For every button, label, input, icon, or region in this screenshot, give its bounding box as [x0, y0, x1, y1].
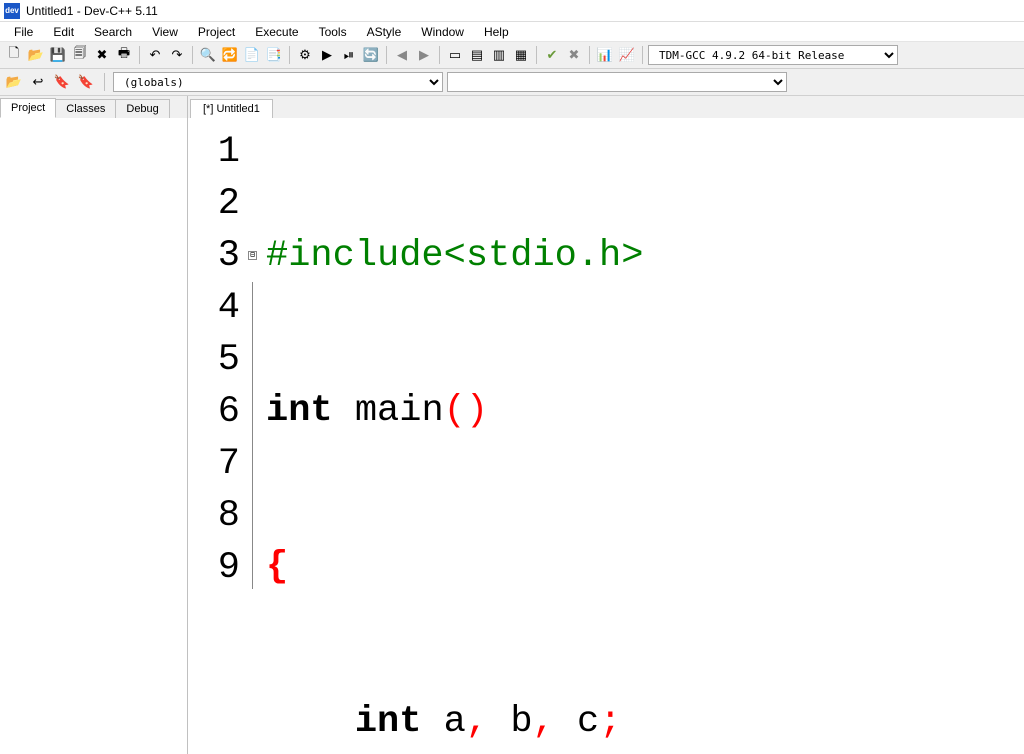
- toolbar-separator: [536, 46, 537, 64]
- save-all-button[interactable]: 🗐: [70, 45, 90, 65]
- window-layout3-button[interactable]: ▥: [489, 45, 509, 65]
- code-content[interactable]: #include<stdio.h> int main() { int a, b,…: [262, 118, 1024, 754]
- window-title: Untitled1 - Dev-C++ 5.11: [26, 4, 158, 18]
- code-token: #include<stdio.h>: [266, 235, 643, 277]
- new-file-button[interactable]: 🗋: [4, 45, 24, 65]
- line-number: 1: [188, 126, 240, 178]
- line-number: 7: [188, 438, 240, 490]
- editor-area: [*] Untitled1 1 2 3 4 5 6 7 8 9 ⊟: [188, 96, 1024, 754]
- compile-button[interactable]: ⚙: [295, 45, 315, 65]
- toolbar-separator: [289, 46, 290, 64]
- open-button[interactable]: 📂: [26, 45, 46, 65]
- check-syntax-button[interactable]: ✔: [542, 45, 562, 65]
- window-layout1-button[interactable]: ▭: [445, 45, 465, 65]
- editor-tabs: [*] Untitled1: [188, 96, 1024, 118]
- nav-back-button[interactable]: ◀: [392, 45, 412, 65]
- side-panel-body: [0, 118, 187, 754]
- title-bar: dev Untitled1 - Dev-C++ 5.11: [0, 0, 1024, 22]
- close-button[interactable]: ✖: [92, 45, 112, 65]
- line-number: 2: [188, 178, 240, 230]
- line-number: 8: [188, 490, 240, 542]
- menu-execute[interactable]: Execute: [245, 23, 308, 41]
- side-tabs: Project Classes Debug: [0, 96, 187, 118]
- menu-edit[interactable]: Edit: [43, 23, 84, 41]
- globals-select[interactable]: (globals): [113, 72, 443, 92]
- code-token: {: [266, 546, 288, 588]
- menu-project[interactable]: Project: [188, 23, 245, 41]
- menu-bar: File Edit Search View Project Execute To…: [0, 22, 1024, 42]
- new-project-button[interactable]: 📂: [4, 72, 24, 92]
- code-token: int: [355, 701, 422, 743]
- run-button[interactable]: ▶: [317, 45, 337, 65]
- window-layout2-button[interactable]: ▤: [467, 45, 487, 65]
- print-button[interactable]: 🖶: [114, 45, 134, 65]
- compile-run-button[interactable]: ⏯: [339, 45, 359, 65]
- redo-button[interactable]: ↷: [167, 45, 187, 65]
- toolbar-separator: [139, 46, 140, 64]
- toolbar-separator: [589, 46, 590, 64]
- toolbar-main: 🗋 📂 💾 🗐 ✖ 🖶 ↶ ↷ 🔍 🔁 📄 📑 ⚙ ▶ ⏯ 🔄 ◀ ▶ ▭ ▤ …: [0, 42, 1024, 69]
- toolbar-separator: [386, 46, 387, 64]
- window-layout4-button[interactable]: ▦: [511, 45, 531, 65]
- menu-view[interactable]: View: [142, 23, 188, 41]
- find-button[interactable]: 🔍: [198, 45, 218, 65]
- goto-button[interactable]: 📑: [264, 45, 284, 65]
- line-number: 3: [188, 230, 240, 282]
- undo-button[interactable]: ↶: [145, 45, 165, 65]
- find-in-files-button[interactable]: 📄: [242, 45, 262, 65]
- menu-search[interactable]: Search: [84, 23, 142, 41]
- line-number: 5: [188, 334, 240, 386]
- line-number: 9: [188, 542, 240, 594]
- menu-window[interactable]: Window: [411, 23, 474, 41]
- toolbar-separator: [104, 73, 105, 91]
- code-token: int: [266, 390, 333, 432]
- toolbar-separator: [439, 46, 440, 64]
- code-token: main: [355, 390, 444, 432]
- fold-toggle-icon[interactable]: ⊟: [248, 251, 257, 260]
- fold-column: ⊟: [248, 118, 262, 754]
- tab-classes[interactable]: Classes: [55, 99, 116, 118]
- side-panel: Project Classes Debug: [0, 96, 188, 754]
- rebuild-button[interactable]: 🔄: [361, 45, 381, 65]
- line-number: 6: [188, 386, 240, 438]
- toolbar-separator: [192, 46, 193, 64]
- menu-tools[interactable]: Tools: [309, 23, 357, 41]
- code-token: (): [444, 390, 488, 432]
- insert-button[interactable]: ↩: [28, 72, 48, 92]
- stop-button[interactable]: ✖: [564, 45, 584, 65]
- code-editor[interactable]: 1 2 3 4 5 6 7 8 9 ⊟: [188, 118, 1024, 754]
- bookmark-button[interactable]: 🔖: [52, 72, 72, 92]
- debug-button[interactable]: 📊: [595, 45, 615, 65]
- menu-astyle[interactable]: AStyle: [357, 23, 412, 41]
- replace-button[interactable]: 🔁: [220, 45, 240, 65]
- menu-help[interactable]: Help: [474, 23, 519, 41]
- toolbar-separator: [642, 46, 643, 64]
- tab-debug[interactable]: Debug: [115, 99, 169, 118]
- line-number-gutter: 1 2 3 4 5 6 7 8 9: [188, 118, 248, 754]
- app-logo-icon: dev: [4, 3, 20, 19]
- menu-file[interactable]: File: [4, 23, 43, 41]
- main-split: Project Classes Debug [*] Untitled1 1 2 …: [0, 96, 1024, 754]
- function-select[interactable]: [447, 72, 787, 92]
- tab-project[interactable]: Project: [0, 98, 56, 118]
- compiler-select[interactable]: TDM-GCC 4.9.2 64-bit Release: [648, 45, 898, 65]
- nav-forward-button[interactable]: ▶: [414, 45, 434, 65]
- save-button[interactable]: 💾: [48, 45, 68, 65]
- profile-button[interactable]: 📈: [617, 45, 637, 65]
- line-number: 4: [188, 282, 240, 334]
- goto-bookmark-button[interactable]: 🔖: [76, 72, 96, 92]
- toolbar-secondary: 📂 ↩ 🔖 🔖 (globals): [0, 69, 1024, 96]
- editor-tab-untitled1[interactable]: [*] Untitled1: [190, 99, 273, 118]
